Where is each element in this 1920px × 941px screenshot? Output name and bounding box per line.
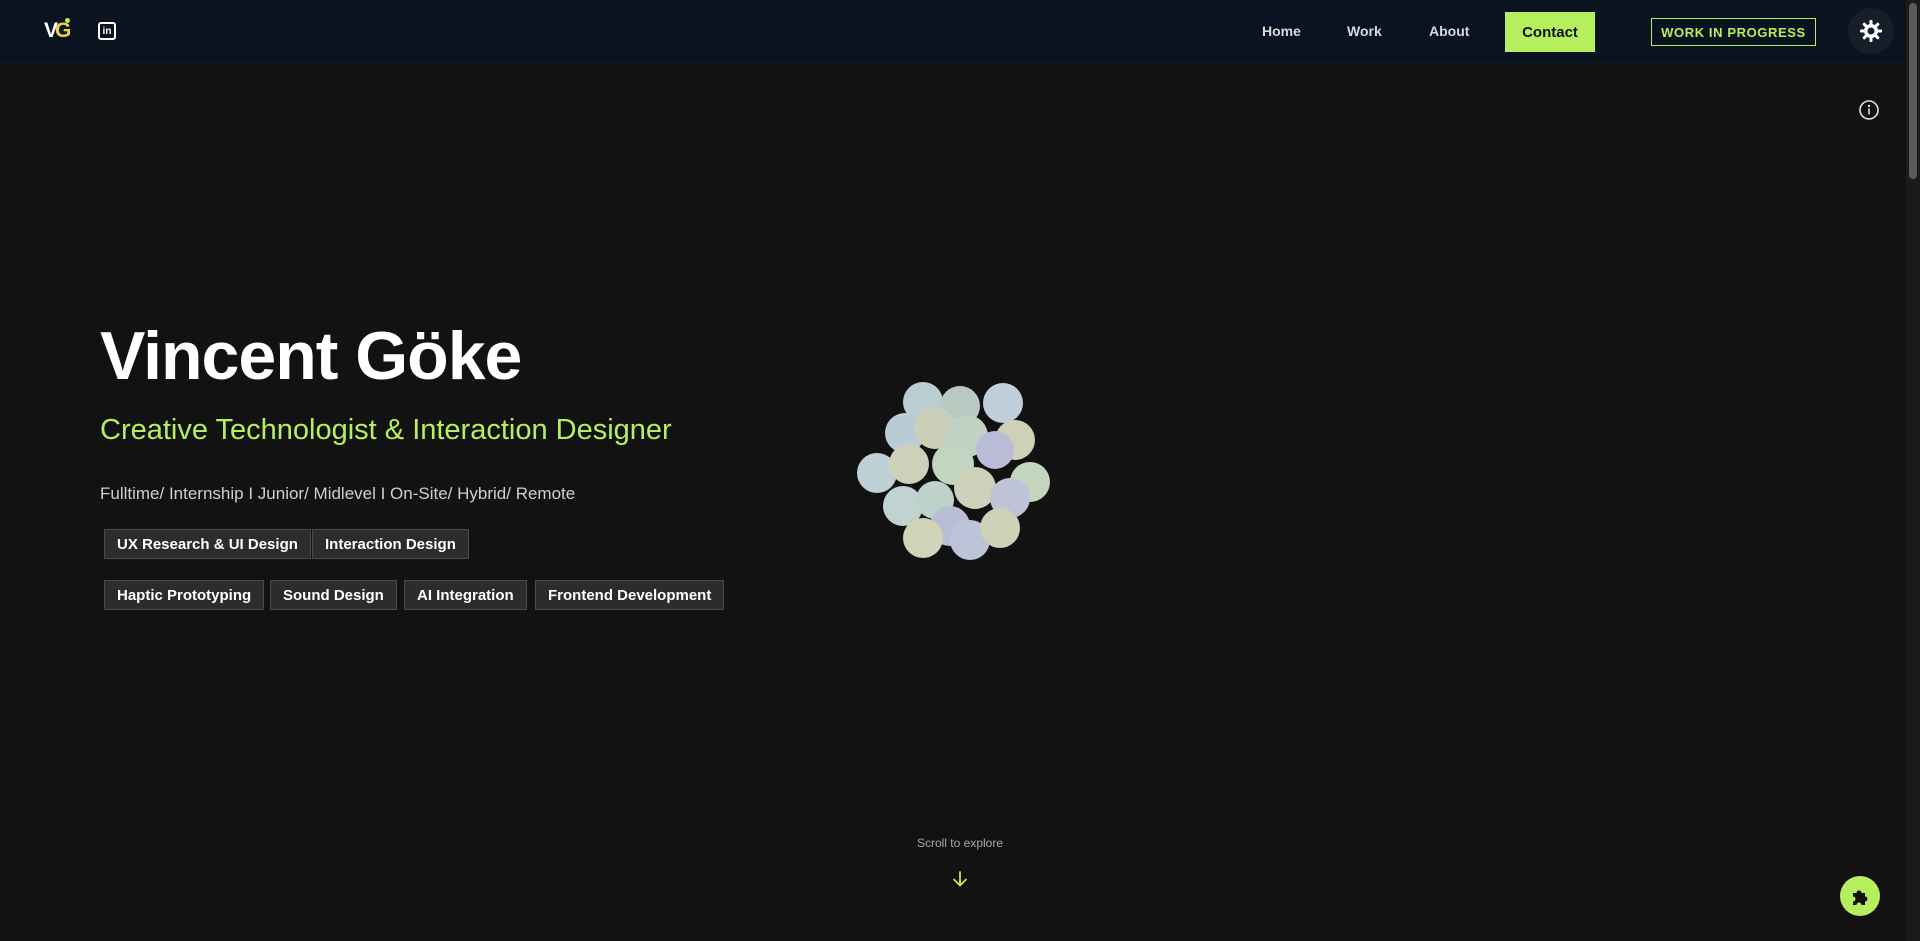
scroll-to-explore-label: Scroll to explore xyxy=(916,836,1004,850)
nav-about-link[interactable]: About xyxy=(1429,23,1469,39)
vg-logo[interactable]: VG xyxy=(44,17,78,45)
hero-name-heading: Vincent Göke xyxy=(100,318,522,394)
skill-tag-ai-integration: AI Integration xyxy=(404,580,527,610)
particle-blob-animation xyxy=(857,382,1050,560)
nav-work-link[interactable]: Work xyxy=(1347,23,1382,39)
nav-home-link[interactable]: Home xyxy=(1262,23,1301,39)
skill-tag-ux-research: UX Research & UI Design xyxy=(104,529,311,559)
arrow-down-icon[interactable] xyxy=(951,870,969,888)
skill-tag-interaction-design: Interaction Design xyxy=(312,529,469,559)
work-in-progress-badge: WORK IN PROGRESS xyxy=(1651,18,1816,46)
puzzle-icon xyxy=(1853,890,1868,905)
linkedin-icon[interactable]: in xyxy=(98,22,116,40)
skill-tag-frontend-development: Frontend Development xyxy=(535,580,725,610)
page-scrollbar[interactable] xyxy=(1906,0,1920,941)
availability-text: Fulltime/ Internship I Junior/ Midlevel … xyxy=(100,484,576,503)
contact-button[interactable]: Contact xyxy=(1505,12,1595,52)
info-button[interactable] xyxy=(1857,98,1881,122)
hero-role-subtitle: Creative Technologist & Interaction Desi… xyxy=(100,414,672,446)
linkedin-icon-glyph: in xyxy=(102,25,112,37)
gear-icon xyxy=(1860,20,1882,42)
top-navigation-bar: VG in Home Work About Contact WORK IN PR… xyxy=(0,0,1906,63)
skill-tag-haptic-prototyping: Haptic Prototyping xyxy=(104,580,265,610)
scrollbar-thumb[interactable] xyxy=(1909,3,1917,179)
puzzle-floating-button[interactable] xyxy=(1840,876,1880,916)
logo-letter-g: G xyxy=(55,18,71,42)
skill-tag-sound-design: Sound Design xyxy=(270,580,397,610)
info-icon xyxy=(1859,100,1879,120)
theme-toggle-button[interactable] xyxy=(1848,8,1894,54)
logo-letter-v: V xyxy=(44,19,58,42)
